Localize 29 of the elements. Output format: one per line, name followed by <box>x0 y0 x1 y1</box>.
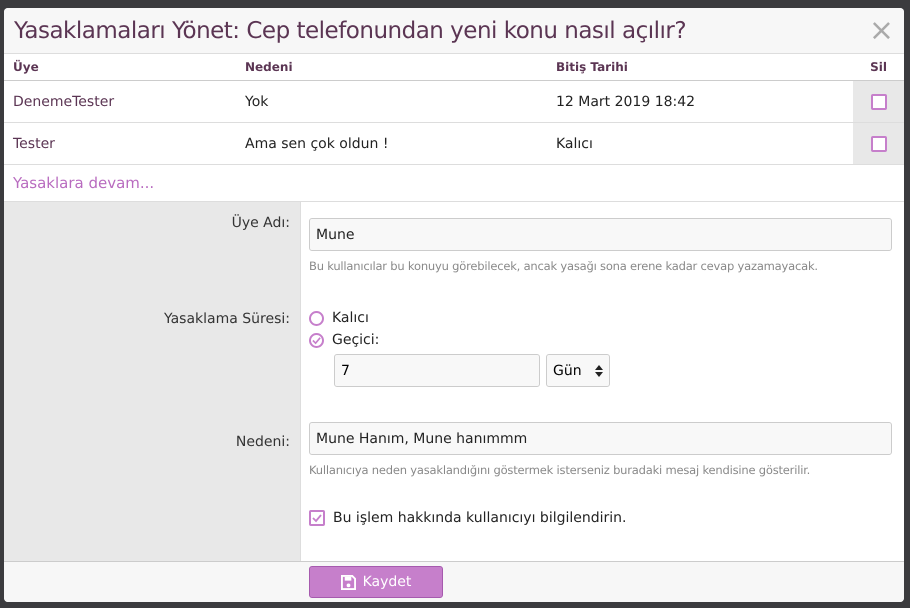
username-field[interactable]: Mune <box>309 218 892 251</box>
check-icon <box>312 336 321 344</box>
amount-field[interactable]: 7 <box>334 354 540 387</box>
column-header: Bitiş Tarihi <box>547 54 853 80</box>
checkbox[interactable] <box>870 94 886 110</box>
column-header: Nedeni <box>236 54 547 80</box>
column-header: Üye <box>4 54 236 80</box>
field-hint: Bu kullanıcılar bu konuyu görebilecek, ancak yasağı sona erene kadar cevap yazamayacak. <box>309 259 819 273</box>
dialog-title: Yasaklamaları Yönet: Cep telefonundan yeni konu nasıl açılır? <box>14 18 686 44</box>
option-label: Geçici: <box>332 332 380 348</box>
field-label: Nedeni: <box>236 434 290 450</box>
save-icon <box>340 574 356 590</box>
option-label: Kalıcı <box>332 310 369 326</box>
check-icon <box>312 513 322 523</box>
unit-dropdown[interactable]: Gün <box>546 354 610 387</box>
table-cell: Yok <box>236 80 547 122</box>
reason-field[interactable]: Mune Hanım, Mune hanımmm <box>309 422 892 455</box>
field-hint: Kullanıcıya neden yasaklandığını göstermek isterseniz buradaki mesaj kendisine gösterilir. <box>309 463 812 477</box>
checkbox-label: Bu işlem hakkında kullanıcıyı bilgilendirin. <box>333 510 626 526</box>
checkbox[interactable] <box>870 136 886 152</box>
table-cell: DenemeTester <box>4 80 236 122</box>
radio-button[interactable] <box>309 332 324 348</box>
table-cell: Tester <box>4 122 236 164</box>
table-cell: Ama sen çok oldun ! <box>236 122 547 164</box>
caret-icon <box>595 364 603 376</box>
field-label: Yasaklama Süresi: <box>164 311 290 327</box>
checkbox[interactable] <box>309 510 325 526</box>
field-label: Üye Adı: <box>232 215 290 231</box>
radio-button[interactable] <box>309 310 324 326</box>
